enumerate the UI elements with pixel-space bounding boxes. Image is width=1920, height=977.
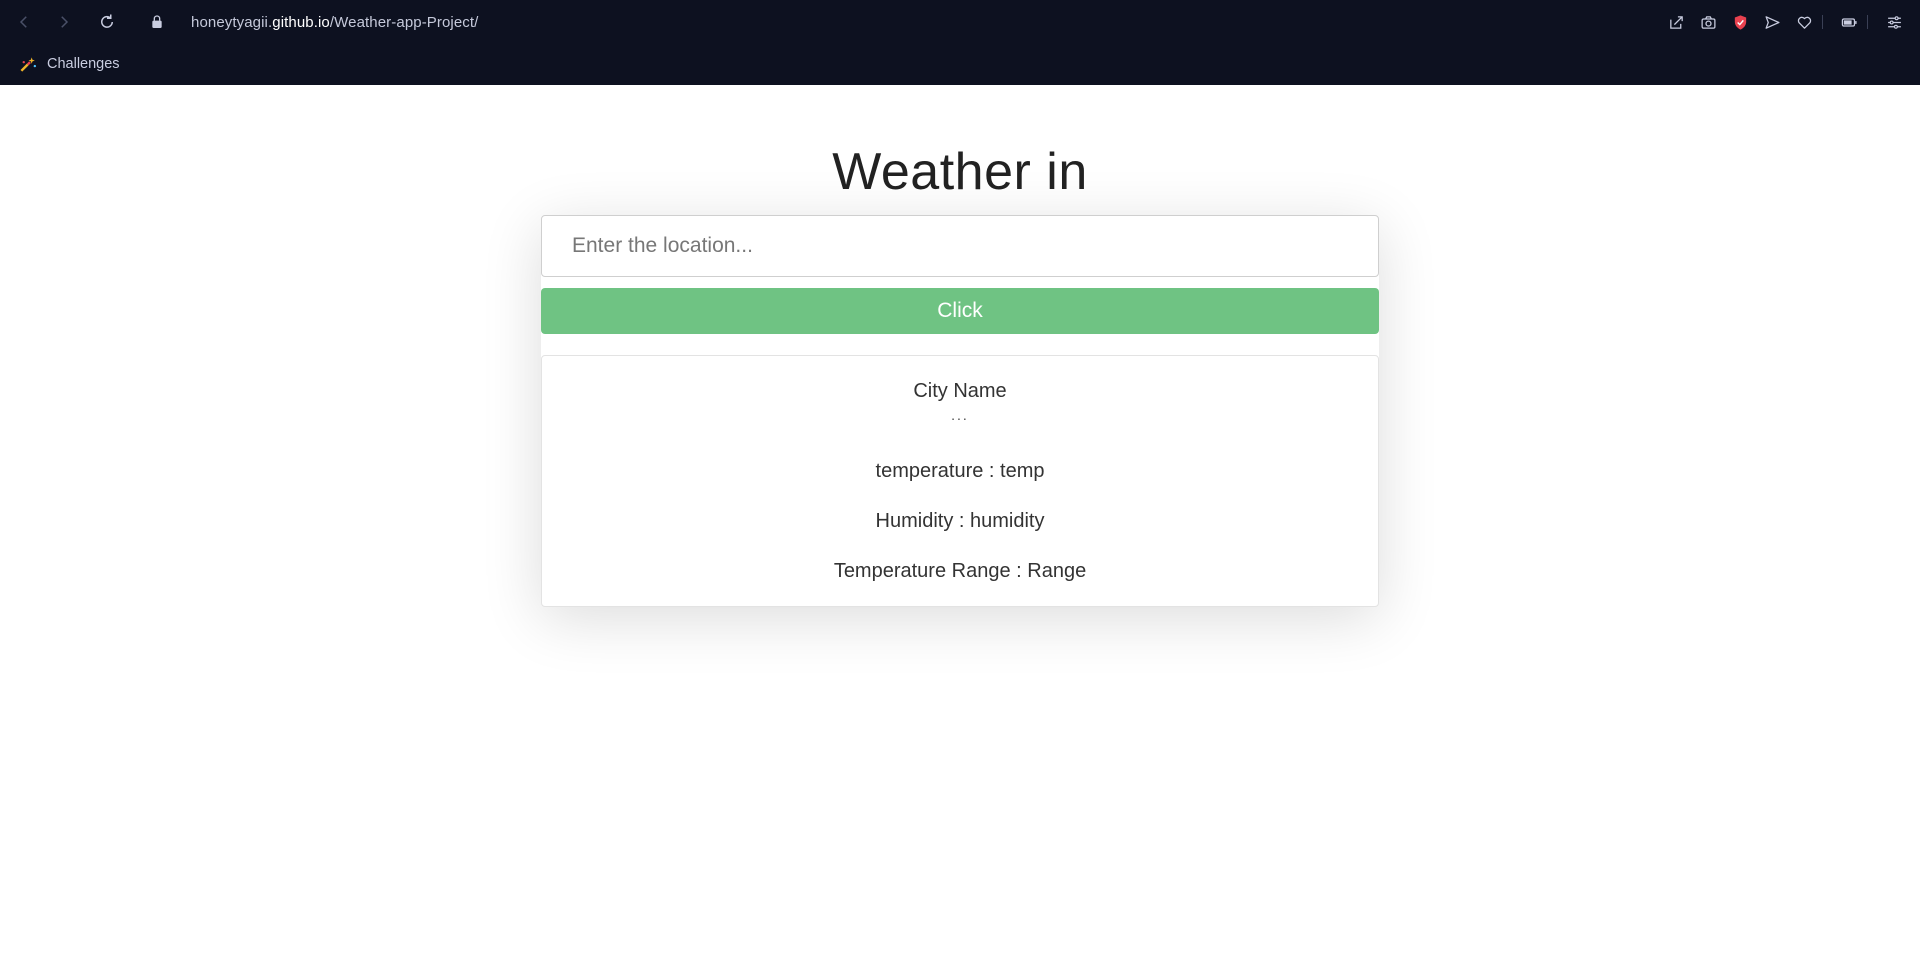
- back-button[interactable]: [12, 10, 36, 34]
- url-prefix: honeytyagii.: [191, 13, 273, 31]
- temperature-range-text: Temperature Range : Range: [833, 560, 1087, 582]
- shield-icon: [1734, 14, 1746, 30]
- page-title: Weather in: [832, 143, 1088, 201]
- share-button[interactable]: [1664, 10, 1688, 34]
- search-button[interactable]: Click: [541, 288, 1379, 334]
- humidity-text: Humidity : humidity: [875, 510, 1045, 532]
- reload-icon: [101, 14, 113, 28]
- lock-icon: [148, 13, 166, 31]
- favorite-button[interactable]: [1792, 10, 1816, 34]
- forward-button[interactable]: [52, 10, 76, 34]
- sliders-icon: [1887, 15, 1901, 29]
- bookmark-label: Challenges: [47, 56, 120, 72]
- chevron-right-icon: [61, 16, 69, 28]
- url-host: github.io: [272, 13, 330, 31]
- camera-icon: [1700, 15, 1716, 29]
- toolbar-divider: [1822, 15, 1823, 29]
- address-bar[interactable]: honeytyagii.github.io/Weather-app-Projec…: [148, 10, 478, 34]
- share-icon: [1669, 15, 1683, 29]
- weather-result-card: City Name ... temperature : temp Humidit…: [541, 355, 1379, 607]
- city-name: City Name: [913, 380, 1007, 402]
- heart-icon: [1797, 16, 1811, 29]
- chevron-left-icon: [19, 16, 27, 28]
- toolbar-actions: [1656, 10, 1906, 34]
- bookmark-challenges[interactable]: Challenges: [18, 52, 120, 76]
- url-path: /Weather-app-Project/: [329, 13, 479, 31]
- snapshot-button[interactable]: [1696, 10, 1720, 34]
- challenges-icon: [18, 54, 38, 74]
- weather-page: Weather in Click City Name ... temperatu…: [0, 85, 1920, 977]
- send-icon: [1764, 15, 1780, 29]
- bookmarks-bar: Challenges: [0, 44, 1920, 85]
- url-text[interactable]: honeytyagii.github.io/Weather-app-Projec…: [191, 14, 478, 31]
- send-button[interactable]: [1760, 10, 1784, 34]
- toolbar-divider: [1867, 15, 1868, 29]
- battery-button[interactable]: [1837, 10, 1861, 34]
- browser-toolbar: honeytyagii.github.io/Weather-app-Projec…: [0, 0, 1920, 44]
- loading-dots: ...: [951, 407, 969, 423]
- reload-button[interactable]: [95, 10, 119, 34]
- easy-setup-button[interactable]: [1882, 10, 1906, 34]
- browser-chrome: honeytyagii.github.io/Weather-app-Projec…: [0, 0, 1920, 85]
- temperature-text: temperature : temp: [875, 460, 1045, 482]
- adblock-button[interactable]: [1728, 10, 1752, 34]
- location-input[interactable]: [541, 215, 1379, 277]
- battery-icon: [1841, 17, 1857, 27]
